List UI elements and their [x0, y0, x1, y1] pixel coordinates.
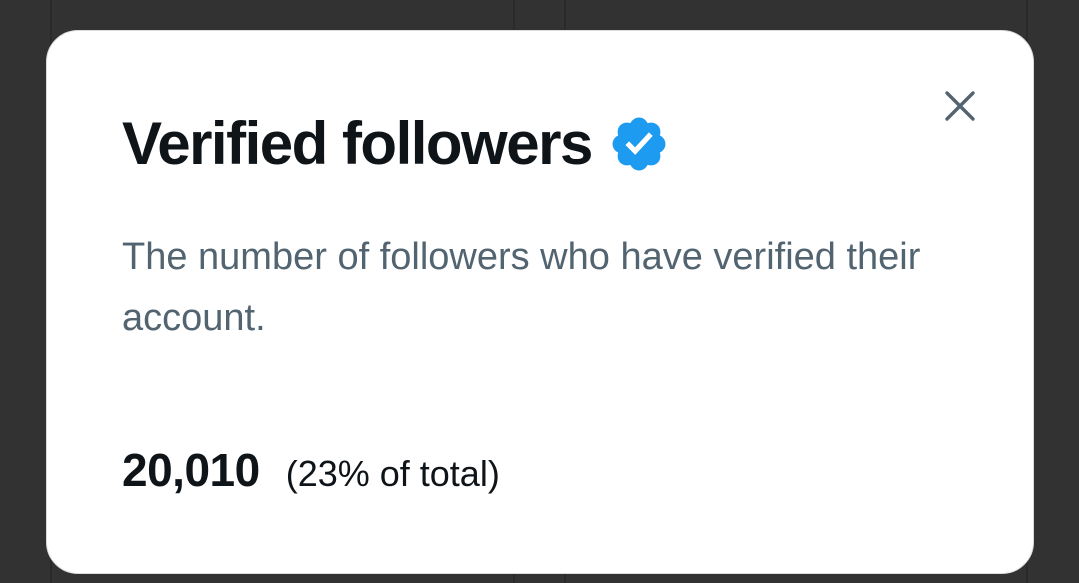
verified-followers-count: 20,010 — [122, 444, 260, 496]
stat-row: 20,010 (23% of total) — [122, 443, 500, 497]
title-row: Verified followers — [122, 107, 670, 181]
verified-badge-icon — [612, 117, 666, 171]
dialog-description: The number of followers who have verifie… — [122, 236, 921, 339]
close-button[interactable] — [937, 83, 983, 129]
dialog-title: Verified followers — [122, 110, 593, 177]
close-icon — [945, 91, 975, 121]
verified-followers-dialog: Verified followers The number of followe… — [46, 30, 1034, 574]
percent-of-total: (23% of total) — [285, 453, 500, 494]
